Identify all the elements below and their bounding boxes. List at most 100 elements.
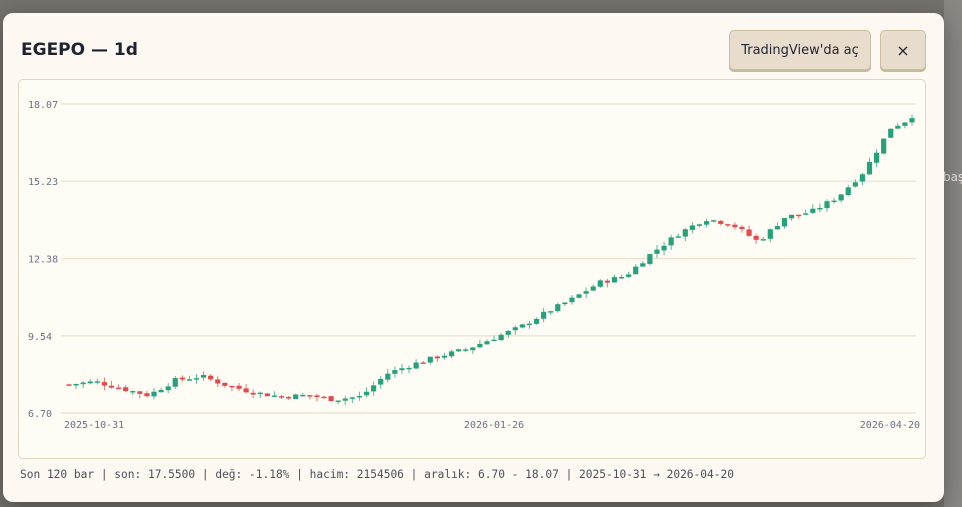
chart-panel: 18.07 15.23 12.38 9.54 6.70 2025-10-31 2026-01… (18, 79, 926, 459)
candle-body (144, 393, 150, 397)
candle-body (264, 393, 270, 397)
background-panel-edge (944, 0, 962, 507)
candle-body (753, 235, 759, 240)
candle-body (626, 274, 632, 277)
candle-body (788, 214, 795, 219)
candle-body (123, 387, 129, 392)
candle-body (307, 395, 313, 397)
candle-body (356, 396, 363, 398)
candle-body (491, 339, 497, 342)
candle-body (675, 236, 681, 238)
candle-body (739, 226, 745, 230)
chart-modal: EGEPO — 1d TradingView'da aç × 18.07 15.2… (3, 13, 944, 502)
candle-body (852, 182, 858, 187)
candle-body (456, 349, 462, 352)
x-tick-label: 2026-01-26 (464, 420, 524, 431)
candle-body (413, 362, 419, 369)
candle-body (767, 229, 773, 239)
candle-body (200, 374, 207, 378)
candle-body (470, 347, 476, 351)
candle-body (845, 187, 851, 196)
candle-body (463, 349, 469, 351)
candle-body (434, 356, 440, 359)
candle-body (873, 152, 880, 163)
candle-body (286, 396, 292, 399)
candle-body (101, 382, 108, 386)
candle-body (633, 266, 639, 275)
candle-body (541, 311, 547, 319)
candle-body (243, 388, 249, 393)
candle-body (441, 355, 448, 358)
candle-body (505, 330, 511, 335)
candle-body (590, 286, 596, 291)
candle-body (866, 161, 873, 175)
candle-body (512, 327, 518, 331)
candle-body (831, 200, 837, 203)
candlestick-chart: 18.07 15.23 12.38 9.54 6.70 2025-10-31 2026-01… (28, 100, 920, 431)
candle-body (385, 373, 391, 380)
candle-body (888, 128, 894, 138)
close-icon: × (896, 40, 910, 60)
y-tick-label: 12.38 (28, 255, 58, 266)
candle-body (222, 382, 228, 386)
y-tick-label: 6.70 (28, 409, 52, 420)
candle-body (746, 229, 752, 236)
background-text-fragment: başl (943, 170, 962, 184)
candle-body (378, 378, 384, 385)
y-tick-label: 9.54 (28, 332, 52, 343)
candle-body (909, 118, 915, 123)
candle-body (66, 384, 72, 386)
candle-body (328, 396, 334, 402)
candle-body (80, 382, 86, 385)
candle-body (108, 385, 115, 388)
candle-body (703, 221, 710, 225)
candle-body (725, 224, 731, 226)
candle-body (151, 391, 157, 397)
candle-body (477, 343, 483, 348)
candle-body (271, 395, 278, 397)
candle-body (293, 394, 299, 400)
candle-body (859, 174, 866, 182)
y-tick-label: 18.07 (28, 100, 58, 111)
candle-body (363, 391, 370, 396)
candle-body (399, 368, 405, 371)
candle-body (774, 226, 781, 230)
candle-body (115, 387, 122, 390)
candle-body (533, 318, 540, 324)
candle-body (895, 125, 901, 129)
candle-body (718, 220, 724, 224)
candle-body (526, 323, 533, 326)
candle-body (158, 390, 164, 393)
candle-body (427, 356, 433, 363)
candle-body (94, 381, 100, 383)
candle-body (321, 396, 327, 399)
close-button[interactable]: × (880, 30, 926, 70)
candle-body (711, 220, 717, 222)
candle-body (838, 194, 844, 201)
candle-body (208, 375, 214, 380)
candle-body (420, 362, 426, 364)
candle-body (193, 378, 200, 380)
open-tradingview-button[interactable]: TradingView'da aç (729, 30, 871, 70)
candle-body (257, 392, 263, 395)
candle-body (810, 208, 816, 213)
candle-body (583, 291, 589, 294)
candle-body (555, 304, 561, 312)
candle-body (335, 400, 341, 402)
candle-body (569, 297, 575, 303)
candle-body (597, 280, 603, 287)
candle-body (392, 370, 398, 374)
candle-body (137, 391, 143, 394)
candle-body (668, 237, 674, 246)
candle-body (796, 214, 802, 217)
candle-body (278, 396, 285, 398)
candle-body (406, 367, 412, 370)
candle-body (604, 280, 610, 283)
candle-body (654, 249, 660, 254)
candle-body (172, 378, 178, 387)
candle-body (881, 138, 887, 154)
candle-body (250, 392, 256, 395)
candle-body (179, 377, 185, 380)
candle-body (781, 218, 788, 227)
modal-title: EGEPO — 1d (21, 40, 138, 60)
